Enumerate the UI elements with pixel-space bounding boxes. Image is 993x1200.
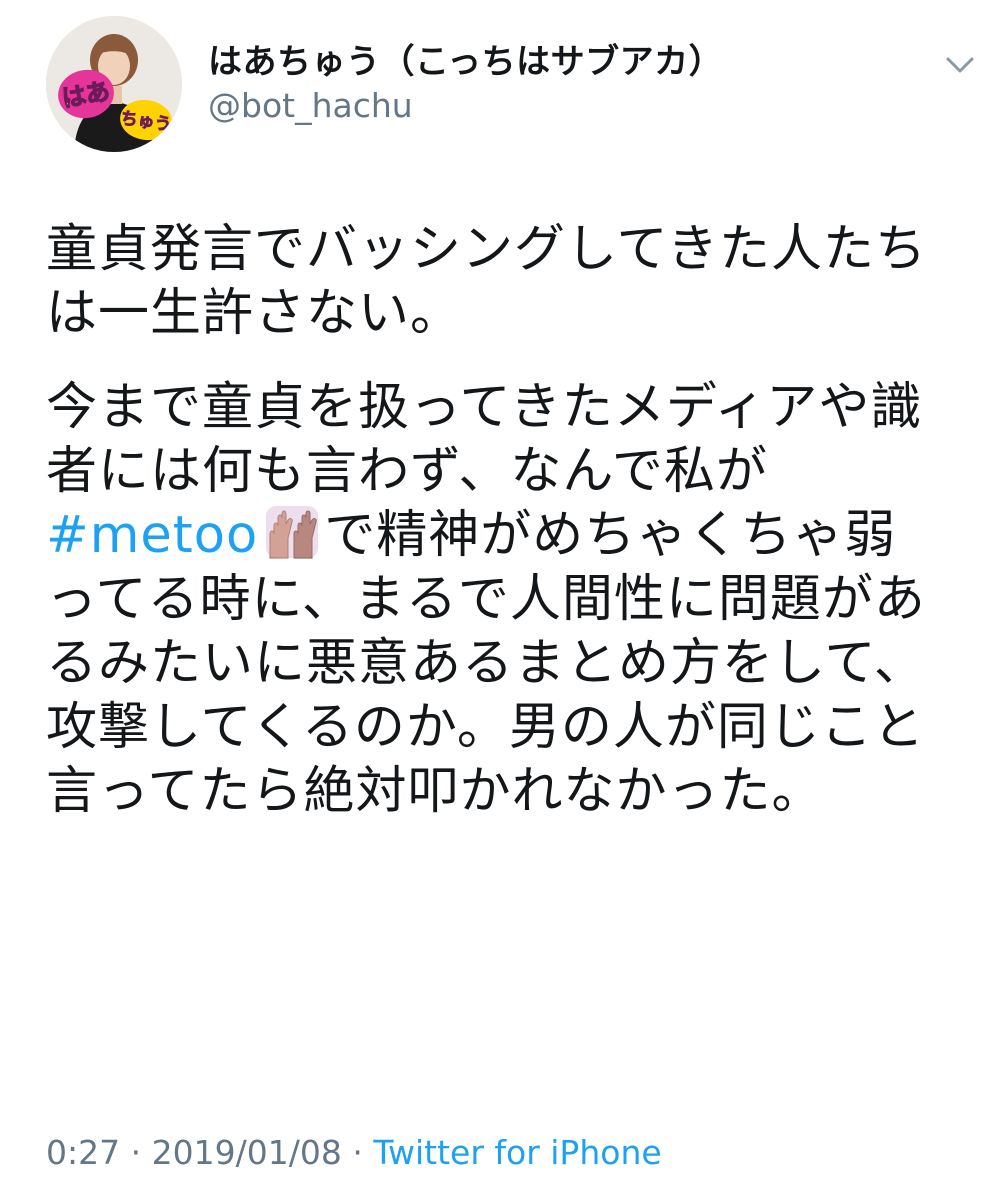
tweet-text: 童貞発言でバッシングしてきた人たちは一生許さない。 今まで童貞を扱ってきたメディ… bbox=[46, 218, 946, 824]
meta-separator: · bbox=[130, 1133, 142, 1172]
tweet-paragraph-1: 童貞発言でバッシングしてきた人たちは一生許さない。 bbox=[46, 220, 927, 343]
tweet-meta: 0:27 · 2019/01/08 · Twitter for iPhone bbox=[46, 1133, 662, 1172]
tweet-time[interactable]: 0:27 bbox=[46, 1133, 120, 1172]
meta-separator: · bbox=[352, 1133, 363, 1172]
avatar[interactable]: はあ ちゅう bbox=[46, 16, 182, 152]
handle[interactable]: @bot_hachu bbox=[208, 86, 413, 125]
display-name[interactable]: はあちゅう（こっちはサブアカ） bbox=[208, 34, 723, 83]
tweet-source-link[interactable]: Twitter for iPhone bbox=[373, 1133, 661, 1172]
tweet-card: はあ ちゅう はあちゅう（こっちはサブアカ） @bot_hachu 童貞発言でバ… bbox=[0, 0, 993, 1200]
raised-hands-icon bbox=[262, 504, 320, 560]
chevron-down-icon[interactable] bbox=[940, 50, 980, 80]
tweet-text-segment: 今まで童貞を扱ってきたメディアや識者には何も言わず、なんで私が bbox=[46, 378, 923, 501]
avatar-image: はあ ちゅう bbox=[46, 16, 182, 152]
tweet-paragraph-2: 今まで童貞を扱ってきたメディアや識者には何も言わず、なんで私が #metoo で… bbox=[46, 376, 946, 824]
hashtag-link[interactable]: #metoo bbox=[46, 506, 258, 565]
tweet-date[interactable]: 2019/01/08 bbox=[152, 1133, 342, 1172]
